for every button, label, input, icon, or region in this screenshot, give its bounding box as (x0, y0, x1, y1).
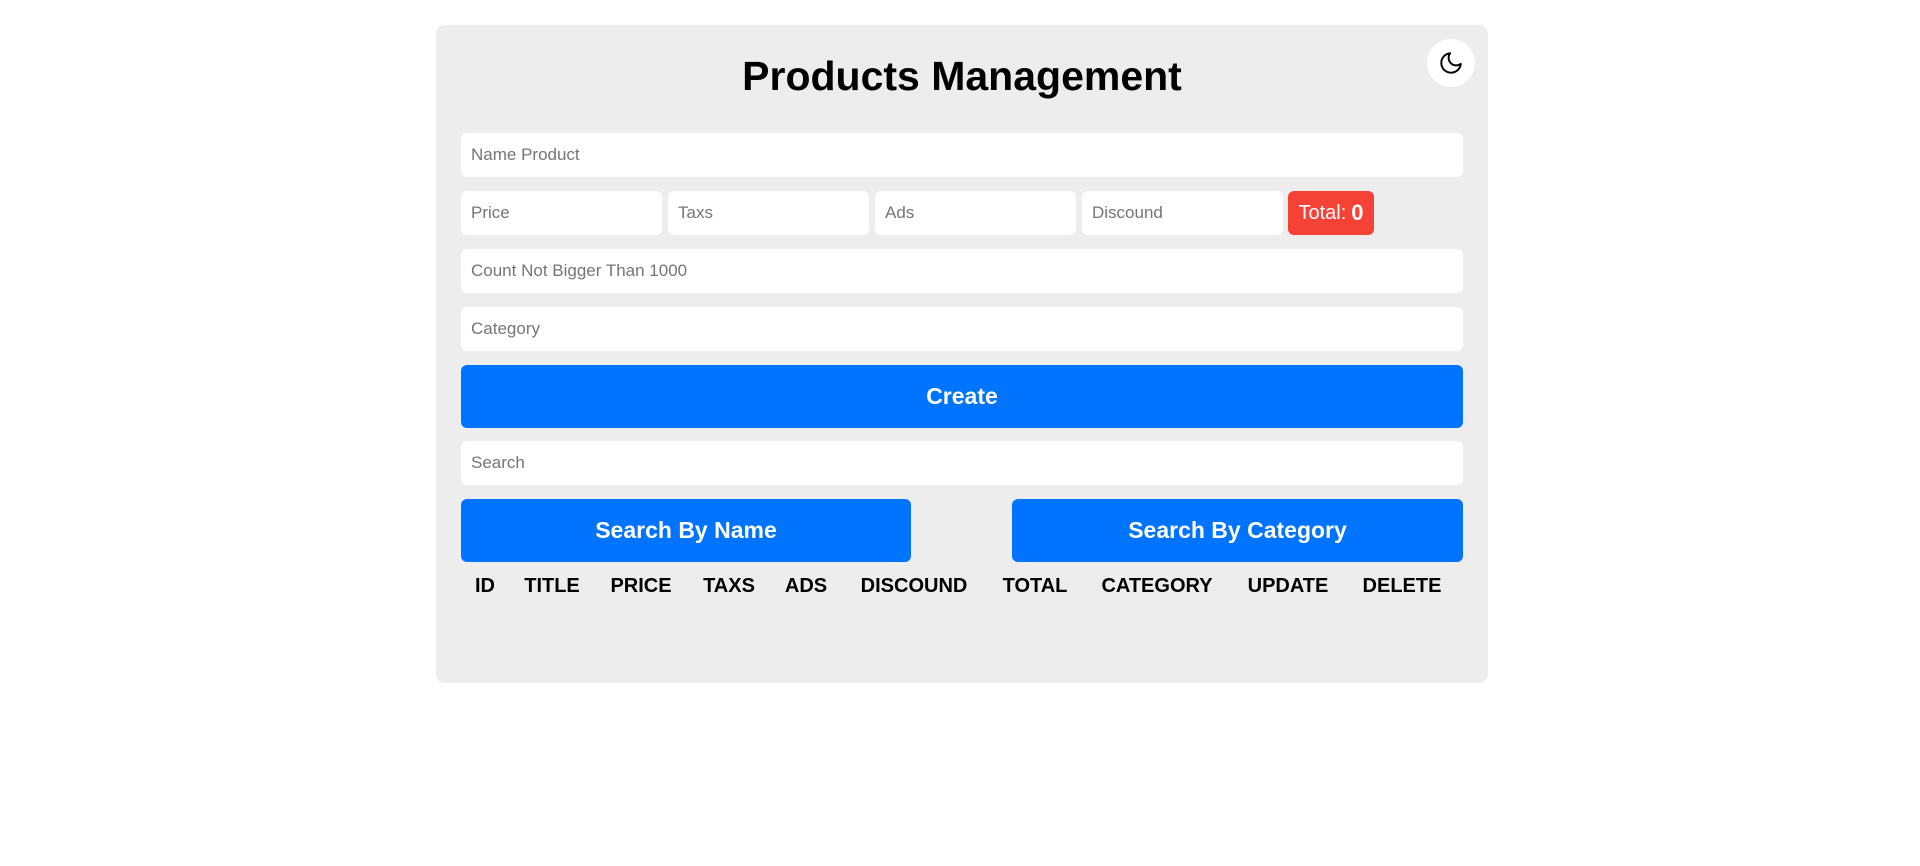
total-value: 0 (1351, 200, 1364, 225)
total-label: Total: (1298, 201, 1347, 224)
taxs-input[interactable] (668, 191, 869, 235)
column-header-taxs: TAXS (703, 575, 755, 597)
count-input[interactable] (461, 249, 1463, 293)
column-header-id: ID (475, 575, 495, 597)
search-input[interactable] (461, 441, 1463, 485)
price-input[interactable] (461, 191, 662, 235)
column-header-update: UPDATE (1247, 575, 1329, 597)
name-product-input[interactable] (461, 133, 1463, 177)
total-badge: Total: 0 (1288, 191, 1374, 235)
crud-panel: Products Management Total: 0 Create Sear… (436, 25, 1488, 683)
column-header-total: TOTAL (1002, 575, 1068, 597)
create-button[interactable]: Create (461, 365, 1463, 428)
discount-input[interactable] (1082, 191, 1283, 235)
search-by-category-button[interactable]: Search By Category (1012, 499, 1463, 562)
page-title: Products Management (742, 53, 1182, 99)
category-input[interactable] (461, 307, 1463, 351)
search-by-name-button[interactable]: Search By Name (461, 499, 911, 562)
column-header-category: CATEGORY (1101, 575, 1213, 597)
table-header: ID TITLE PRICE TAXS ADS DISCOUND TOTAL C… (436, 575, 1488, 605)
column-header-price: PRICE (610, 575, 672, 597)
ads-input[interactable] (875, 191, 1076, 235)
column-header-title: TITLE (524, 575, 580, 597)
column-header-delete: DELETE (1362, 575, 1442, 597)
column-header-discount: DISCOUND (860, 575, 968, 597)
column-header-ads: ADS (784, 575, 828, 597)
